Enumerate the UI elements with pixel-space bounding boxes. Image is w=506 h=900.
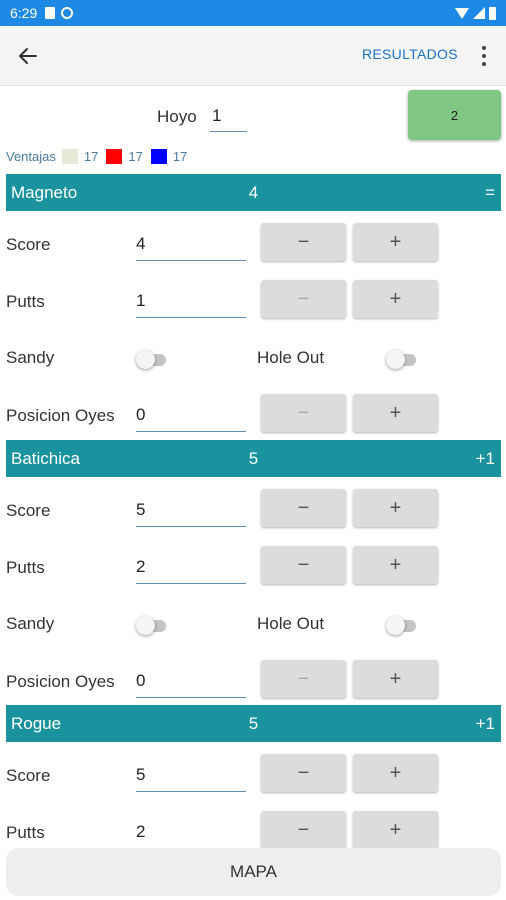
score-minus-button[interactable]: − — [261, 223, 346, 261]
score-label: Score — [6, 501, 51, 520]
player-score-diff: = — [485, 183, 495, 202]
dot-icon — [482, 54, 486, 58]
signal-icon — [473, 7, 485, 19]
sandy-row: Sandy Hole Out — [0, 602, 506, 659]
hole-out-toggle[interactable] — [386, 615, 418, 635]
putts-input[interactable]: 2 — [136, 555, 246, 584]
app-bar: RESULTADOS — [0, 26, 506, 86]
putts-minus-button[interactable]: − — [261, 811, 346, 849]
putts-plus-button[interactable]: + — [353, 280, 438, 318]
score-row: Score 5 − + — [0, 489, 506, 546]
player-score-diff: +1 — [475, 714, 495, 733]
putts-minus-button[interactable]: − — [261, 546, 346, 584]
player-score-total: 5 — [248, 449, 259, 468]
advantage-swatch — [61, 149, 78, 164]
score-plus-button[interactable]: + — [353, 489, 438, 527]
next-hole-button[interactable]: 2 — [408, 90, 501, 140]
advantages-label: Ventajas — [6, 149, 56, 164]
score-plus-button[interactable]: + — [353, 754, 438, 792]
putts-label: Putts — [6, 292, 45, 311]
advantage-value: 17 — [128, 149, 143, 164]
player-header[interactable]: Batichica 5 +1 — [6, 440, 501, 477]
status-time: 6:29 — [10, 5, 38, 21]
score-minus-button[interactable]: − — [261, 489, 346, 527]
sandy-toggle[interactable] — [136, 615, 168, 635]
player-header[interactable]: Rogue 5 +1 — [6, 705, 501, 742]
putts-row: Putts 2 − + — [0, 546, 506, 603]
status-bar: 6:29 — [0, 0, 506, 26]
score-label: Score — [6, 766, 51, 785]
putts-row: Putts 1 − + — [0, 280, 506, 337]
more-options-button[interactable] — [472, 44, 496, 68]
score-row: Score 5 − + — [0, 754, 506, 811]
advantage-swatch — [106, 149, 123, 164]
advantage-value: 17 — [83, 149, 99, 164]
putts-input[interactable]: 1 — [136, 289, 246, 318]
sandy-label: Sandy — [6, 348, 55, 367]
posicion-oyes-input[interactable]: 0 — [136, 669, 246, 698]
hole-input[interactable]: 1 — [210, 106, 247, 132]
storage-icon — [45, 7, 56, 19]
hole-out-toggle[interactable] — [386, 349, 418, 369]
sandy-label: Sandy — [6, 614, 55, 633]
wifi-icon — [455, 7, 469, 19]
posicion-oyes-input[interactable]: 0 — [136, 403, 246, 432]
posicion-oyes-minus-button[interactable]: − — [261, 660, 346, 698]
battery-icon — [489, 6, 496, 20]
putts-minus-button[interactable]: − — [261, 280, 346, 318]
player-score-total: 5 — [248, 714, 259, 733]
sandy-toggle[interactable] — [136, 349, 168, 369]
posicion-oyes-plus-button[interactable]: + — [353, 394, 438, 432]
score-input[interactable]: 5 — [136, 763, 246, 792]
hole-label: Hoyo — [157, 107, 197, 126]
posicion-oyes-label: Posicion Oyes — [6, 406, 115, 425]
advantage-value: 17 — [172, 149, 188, 164]
score-input[interactable]: 5 — [136, 498, 246, 527]
back-button[interactable] — [12, 40, 44, 72]
advantages-row: Ventajas 17 17 17 — [6, 149, 189, 164]
putts-label: Putts — [6, 558, 45, 577]
putts-plus-button[interactable]: + — [353, 811, 438, 849]
hole-out-label: Hole Out — [257, 348, 325, 367]
dot-icon — [482, 62, 486, 66]
dot-icon — [482, 46, 486, 50]
advantage-swatch — [150, 149, 167, 164]
putts-label: Putts — [6, 823, 45, 842]
score-input[interactable]: 4 — [136, 232, 246, 261]
sync-icon — [61, 7, 74, 19]
putts-input[interactable]: 2 — [136, 820, 246, 849]
arrow-back-icon — [19, 48, 37, 64]
results-button[interactable]: RESULTADOS — [362, 46, 458, 62]
posicion-oyes-plus-button[interactable]: + — [353, 660, 438, 698]
hole-out-label: Hole Out — [257, 614, 325, 633]
score-plus-button[interactable]: + — [353, 223, 438, 261]
score-minus-button[interactable]: − — [261, 754, 346, 792]
score-label: Score — [6, 235, 51, 254]
posicion-oyes-minus-button[interactable]: − — [261, 394, 346, 432]
map-button[interactable]: MAPA — [6, 848, 501, 896]
score-row: Score 4 − + — [0, 223, 506, 280]
player-score-total: 4 — [248, 183, 259, 202]
player-header[interactable]: Magneto 4 = — [6, 174, 501, 211]
putts-plus-button[interactable]: + — [353, 546, 438, 584]
sandy-row: Sandy Hole Out — [0, 336, 506, 393]
posicion-oyes-label: Posicion Oyes — [6, 672, 115, 691]
player-score-diff: +1 — [475, 449, 495, 468]
